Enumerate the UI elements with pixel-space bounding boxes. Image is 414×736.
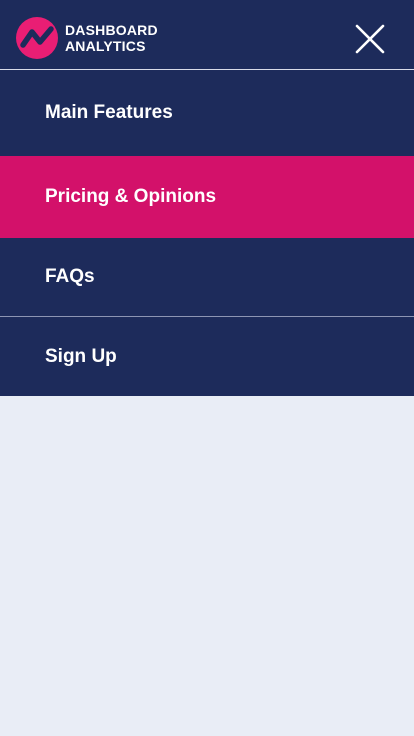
nav-header: DASHBOARD ANALYTICS: [0, 0, 414, 70]
menu-item-sign-up[interactable]: Sign Up: [0, 317, 414, 396]
menu-item-label: Main Features: [45, 102, 173, 123]
menu-item-faqs[interactable]: FAQs: [0, 238, 414, 317]
brand-line-2: ANALYTICS: [65, 38, 146, 54]
menu-item-label: Pricing & Opinions: [45, 186, 217, 207]
logo-mark-icon: [16, 17, 58, 59]
menu-item-label: FAQs: [45, 266, 95, 287]
close-icon: [355, 24, 385, 54]
menu-item-label: Sign Up: [45, 345, 117, 367]
brand-logo[interactable]: DASHBOARD ANALYTICS: [16, 17, 158, 59]
close-menu-button[interactable]: [355, 24, 385, 54]
brand-line-1: DASHBOARD: [65, 22, 158, 38]
brand-wordmark: DASHBOARD ANALYTICS: [65, 22, 158, 54]
menu-item-pricing-opinions[interactable]: Pricing & Opinions: [0, 156, 414, 238]
mobile-app: DASHBOARD ANALYTICS Main Features Pricin…: [0, 0, 414, 736]
menu-item-main-features[interactable]: Main Features: [0, 70, 414, 156]
nav-menu: Main Features Pricing & Opinions FAQs Si…: [0, 70, 414, 396]
